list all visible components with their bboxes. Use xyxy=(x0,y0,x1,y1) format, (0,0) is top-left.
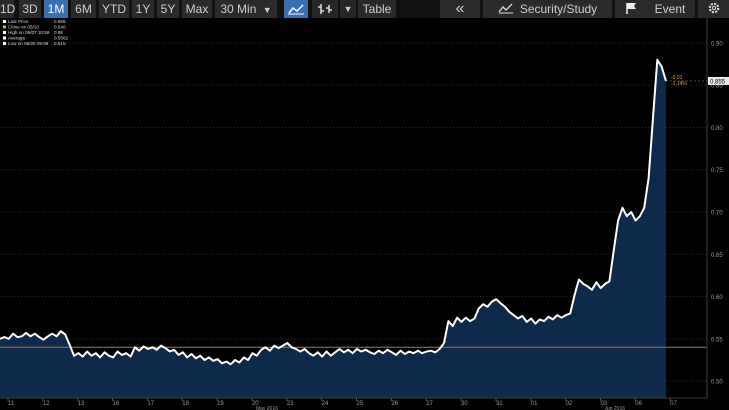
x-month-label: Jun 2016 xyxy=(604,406,625,410)
legend-label: High on 06/07 10:59 xyxy=(8,30,50,35)
legend-value: 0.540 xyxy=(54,25,66,30)
price-chart[interactable]: 0.900.850.800.750.700.650.600.550.50 11 1… xyxy=(0,18,729,410)
x-tick-label: 11 xyxy=(8,401,15,407)
line-chart-glyph xyxy=(288,4,304,15)
legend-label: Close on 05/10 xyxy=(8,25,39,30)
x-tick-label: 01 xyxy=(531,401,538,407)
x-tick-label: 06 xyxy=(635,401,642,407)
x-tick-label: 23 xyxy=(287,401,294,407)
legend-label: Last Price xyxy=(8,19,29,24)
x-tick-label: 18 xyxy=(182,401,189,407)
event-button[interactable]: Event xyxy=(615,0,695,18)
range-1y-button[interactable]: 1Y xyxy=(132,0,154,18)
x-tick-label: 24 xyxy=(322,401,329,407)
security-study-button[interactable]: Security/Study xyxy=(483,0,612,18)
table-button[interactable]: Table xyxy=(358,0,396,18)
x-tick-label: 16 xyxy=(113,401,120,407)
legend-value: 0.88 xyxy=(54,30,63,35)
y-tick-label: 0.70 xyxy=(711,211,723,217)
x-tick-label: 25 xyxy=(357,401,364,407)
legend-swatch xyxy=(3,25,6,29)
x-tick-label: 12 xyxy=(43,401,50,407)
y-tick-label: 0.80 xyxy=(711,126,723,132)
legend-value: 0.5662 xyxy=(54,36,68,41)
y-tick-label: 0.60 xyxy=(711,295,723,301)
y-tick-label: 0.55 xyxy=(711,337,723,343)
gear-glyph xyxy=(708,2,719,14)
x-tick-label: 31 xyxy=(496,401,503,407)
range-5y-button[interactable]: 5Y xyxy=(157,0,179,18)
range-1m-button[interactable]: 1M xyxy=(44,0,68,18)
x-tick-label: 13 xyxy=(78,401,85,407)
flag-icon xyxy=(625,3,636,14)
ohlc-bar-icon[interactable] xyxy=(312,0,338,18)
range-6m-button[interactable]: 6M xyxy=(71,0,96,18)
x-tick-label: 02 xyxy=(566,401,573,407)
legend-value: 0.855 xyxy=(54,19,66,24)
x-tick-label: 30 xyxy=(461,401,468,407)
interval-label: 30 Min xyxy=(220,2,257,16)
x-tick-label: 19 xyxy=(217,401,224,407)
interval-select[interactable]: 30 Min ▼ xyxy=(215,0,277,18)
chevron-down-icon: ▼ xyxy=(262,5,272,15)
legend-swatch xyxy=(3,20,6,23)
toolbar: 1D 3D 1M 6M YTD 1Y 5Y Max 30 Min ▼ ▼ Tab… xyxy=(0,0,729,18)
security-study-label: Security/Study xyxy=(519,2,598,16)
range-1d-button[interactable]: 1D xyxy=(0,0,15,18)
x-tick-label: 27 xyxy=(426,401,433,407)
event-label: Event xyxy=(654,2,686,16)
x-tick-label: 26 xyxy=(391,401,398,407)
x-tick-label: 07 xyxy=(670,401,677,407)
legend-swatch xyxy=(3,31,6,34)
study-icon xyxy=(498,3,513,14)
y-tick-label: 0.65 xyxy=(711,253,723,259)
legend-label: Low on 06/26 09:59 xyxy=(8,41,49,46)
change-percent: -1.14% xyxy=(671,81,687,87)
gear-icon[interactable] xyxy=(698,0,729,18)
range-ytd-button[interactable]: YTD xyxy=(99,0,129,18)
chart-style-dropdown-button[interactable]: ▼ xyxy=(340,0,356,18)
x-tick-label: 17 xyxy=(147,401,154,407)
x-month-label: May 2016 xyxy=(256,406,278,410)
ohlc-bar-glyph xyxy=(318,4,332,14)
legend-swatch xyxy=(3,42,6,45)
range-3d-button[interactable]: 3D xyxy=(19,0,41,18)
last-price-value: 0.855 xyxy=(710,79,726,85)
y-tick-label: 0.90 xyxy=(711,41,723,47)
double-chevron-left-icon[interactable]: « xyxy=(440,0,480,18)
range-max-button[interactable]: Max xyxy=(182,0,212,18)
legend-label: Average xyxy=(8,36,25,41)
y-tick-label: 0.75 xyxy=(711,168,723,174)
legend-swatch xyxy=(3,36,6,40)
line-chart-icon[interactable] xyxy=(284,0,308,18)
legend-value: 0.515 xyxy=(54,41,66,46)
y-tick-label: 0.50 xyxy=(711,380,723,386)
